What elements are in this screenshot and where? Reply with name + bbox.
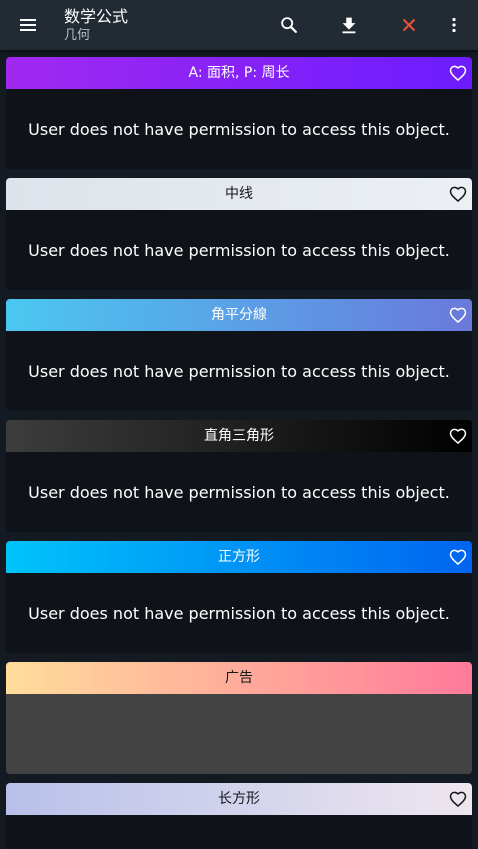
card-title: 长方形 [218,791,260,807]
card-body: User does not have permission to access … [6,452,472,532]
download-button[interactable] [327,0,371,50]
card-title: 角平分線 [211,307,267,323]
permission-message: User does not have permission to access … [28,603,450,623]
formula-card[interactable]: 直角三角形 User does not have permission to a… [6,420,472,532]
download-icon [342,17,356,34]
card-body: User does not have permission to access … [6,210,472,290]
menu-button[interactable] [6,0,50,50]
ad-header: 广告 [6,662,472,694]
card-header[interactable]: 中线 [6,178,472,210]
card-title: A: 面积, P: 周长 [188,65,290,81]
card-header[interactable]: 直角三角形 [6,420,472,452]
page-subtitle: 几何 [64,28,91,43]
card-header[interactable]: 长方形 [6,783,472,815]
heart-outline-icon[interactable] [448,305,468,325]
heart-outline-icon[interactable] [448,547,468,567]
ad-card[interactable]: 广告 [6,662,472,774]
formula-card[interactable]: 长方形 [6,783,472,849]
permission-message: User does not have permission to access … [28,240,450,260]
more-options-button[interactable] [432,0,476,50]
card-body: User does not have permission to access … [6,331,472,411]
card-title: 中线 [225,186,253,202]
card-title: 正方形 [218,549,260,565]
formula-card[interactable]: A: 面积, P: 周长 User does not have permissi… [6,57,472,169]
title-block: 数学公式 几何 [64,6,128,44]
permission-message: User does not have permission to access … [28,482,450,502]
heart-outline-icon[interactable] [448,426,468,446]
permission-message: User does not have permission to access … [28,119,450,139]
heart-outline-icon[interactable] [448,184,468,204]
search-icon [281,17,297,33]
heart-outline-icon[interactable] [448,63,468,83]
card-title: 直角三角形 [204,428,274,444]
card-header[interactable]: 角平分線 [6,299,472,331]
menu-icon [20,19,36,31]
app-bar: 数学公式 几何 [0,0,478,50]
heart-outline-icon[interactable] [448,789,468,809]
more-vert-icon [452,17,456,33]
card-body: User does not have permission to access … [6,89,472,169]
card-header[interactable]: 正方形 [6,541,472,573]
card-body: User does not have permission to access … [6,573,472,653]
page-title: 数学公式 [64,7,129,26]
formula-card[interactable]: 中线 User does not have permission to acce… [6,178,472,290]
ad-content[interactable] [6,694,472,774]
formula-card[interactable]: 正方形 User does not have permission to acc… [6,541,472,653]
close-button[interactable] [387,0,431,50]
permission-message: User does not have permission to access … [28,361,450,381]
formula-card[interactable]: 角平分線 User does not have permission to ac… [6,299,472,411]
card-header[interactable]: A: 面积, P: 周长 [6,57,472,89]
ad-title: 广告 [225,670,253,686]
close-icon [402,18,416,32]
search-button[interactable] [267,0,311,50]
formula-list: A: 面积, P: 周长 User does not have permissi… [6,57,472,849]
